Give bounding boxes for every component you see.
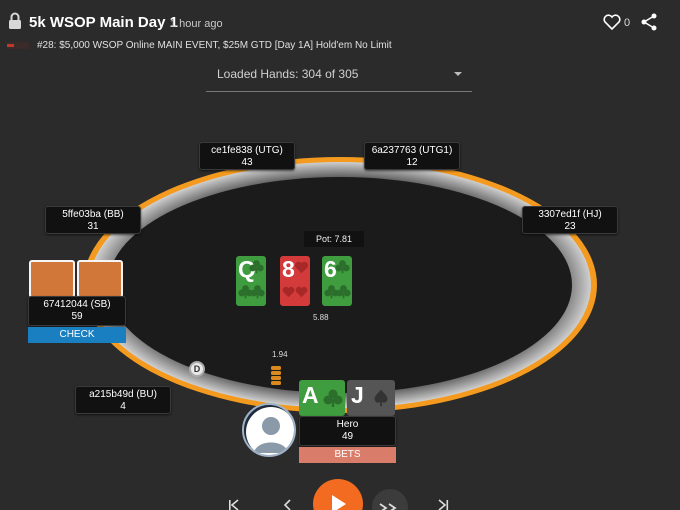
lock-icon: [9, 12, 21, 29]
seat-utg: ce1fe838 (UTG) 43: [199, 142, 295, 170]
board-card-3: 6: [322, 256, 352, 306]
play-icon: [332, 495, 346, 510]
user-icon: [246, 407, 294, 455]
card-rank: 8: [282, 256, 295, 282]
seat-name: 6a237763 (UTG1): [371, 145, 453, 156]
board-card-2: 8: [280, 256, 310, 306]
loaded-hands-select[interactable]: Loaded Hands: 304 of 305: [206, 62, 472, 92]
heart-suit-icon: [295, 261, 308, 274]
site-logo-icon: [7, 42, 29, 49]
card-rank: J: [351, 382, 364, 408]
seat-name: 5ffe03ba (BB): [62, 209, 124, 220]
dealer-button: D: [189, 361, 205, 377]
seat-name: ce1fe838 (UTG): [211, 145, 283, 156]
play-button[interactable]: [313, 479, 363, 510]
seat-stack: 59: [71, 311, 83, 322]
fast-forward-icon: [379, 503, 397, 510]
card-back: [77, 260, 123, 298]
chevron-down-icon: [454, 72, 462, 76]
club-icon: [335, 260, 350, 274]
card-rank: A: [302, 382, 319, 408]
seat-stack: 23: [564, 221, 576, 232]
avatar: [242, 403, 296, 457]
dealer-label: D: [193, 364, 201, 374]
timestamp: 1 hour ago: [170, 18, 223, 30]
board-card-1: Q: [236, 256, 266, 306]
sb-action-badge: CHECK: [28, 327, 126, 343]
heart-icon[interactable]: [603, 14, 621, 30]
seat-name: 67412044 (SB): [43, 299, 111, 310]
seat-sb: 67412044 (SB) 59: [28, 296, 126, 326]
heart-suit-icon: [295, 286, 308, 298]
seat-stack: 43: [241, 157, 253, 168]
loaded-hands-label: Loaded Hands: 304 of 305: [217, 67, 359, 81]
spade-icon: [374, 389, 388, 407]
heart-suit-icon: [282, 286, 295, 298]
hero-action-badge: BETS: [299, 447, 396, 463]
seat-hj: 3307ed1f (HJ) 23: [522, 206, 618, 234]
like-count: 0: [624, 17, 631, 29]
chip-stack-icon: [271, 366, 281, 385]
seat-name: Hero: [336, 419, 359, 430]
seat-name: a215b49d (BU): [89, 389, 157, 400]
last-hand-button[interactable]: [435, 498, 451, 510]
hero-bet-amount: 1.94: [272, 350, 288, 359]
share-icon[interactable]: [641, 13, 657, 31]
first-hand-button[interactable]: [226, 498, 242, 510]
sb-hole-cards: [28, 260, 124, 298]
seat-hero: Hero 49: [299, 416, 396, 446]
seat-name: 3307ed1f (HJ): [538, 209, 602, 220]
hero-card-1: A: [299, 380, 345, 416]
next-street-button[interactable]: [372, 489, 408, 510]
seat-stack: 4: [120, 401, 126, 412]
previous-button[interactable]: [281, 498, 295, 510]
seat-bb: 5ffe03ba (BB) 31: [45, 206, 141, 234]
club-icon: [323, 389, 343, 407]
card-back: [29, 260, 75, 298]
seat-utg1: 6a237763 (UTG1) 12: [364, 142, 460, 170]
club-icon: [250, 285, 265, 299]
hero-card-2: J: [347, 380, 395, 416]
seat-stack: 12: [406, 157, 418, 168]
page-title: 5k WSOP Main Day 1: [29, 14, 178, 31]
seat-stack: 49: [341, 431, 354, 442]
header: 5k WSOP Main Day 1 1 hour ago 0 #28: $5,…: [0, 0, 680, 60]
club-icon: [336, 285, 351, 299]
pot-label: Pot: 7.81: [304, 231, 364, 247]
seat-bu: a215b49d (BU) 4: [75, 386, 171, 414]
tournament-subtitle: #28: $5,000 WSOP Online MAIN EVENT, $25M…: [37, 40, 392, 51]
seat-stack: 31: [87, 221, 99, 232]
board-bet-amount: 5.88: [313, 313, 329, 322]
club-icon: [249, 260, 264, 274]
